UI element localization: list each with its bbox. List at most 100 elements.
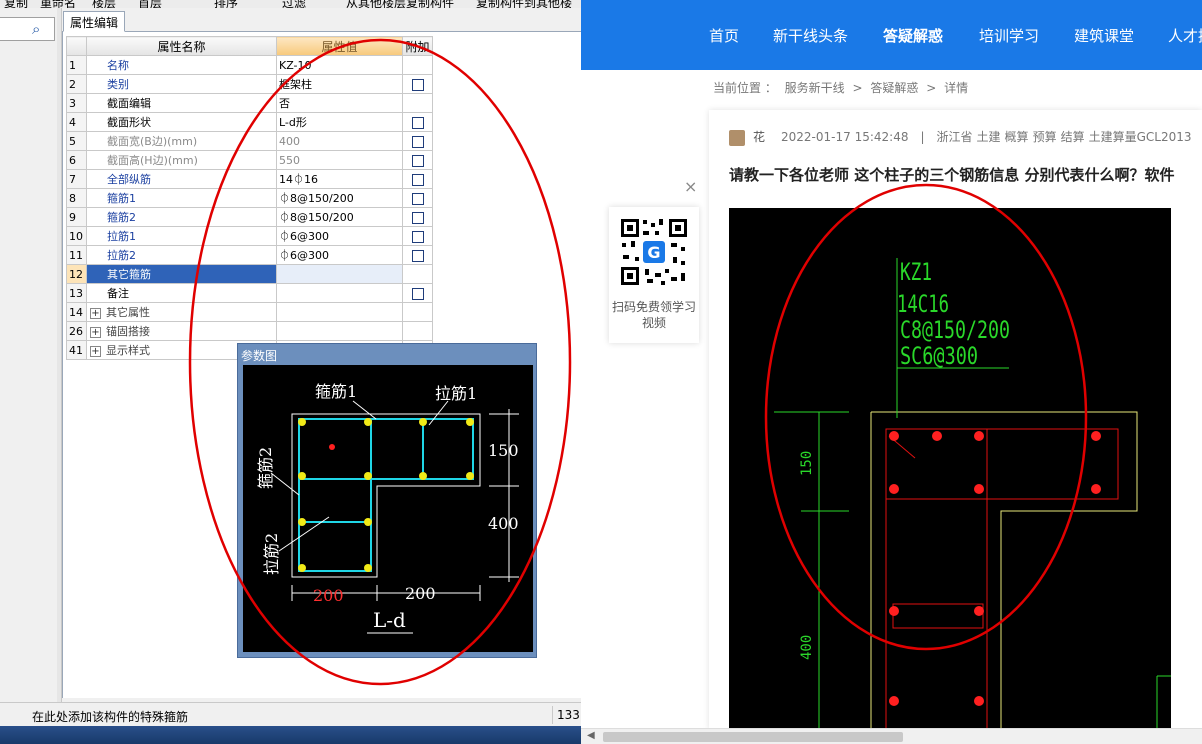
nav-training[interactable]: 培训学习 — [979, 25, 1039, 46]
expand-icon[interactable]: + — [90, 308, 101, 319]
property-value[interactable] — [276, 283, 403, 303]
property-value[interactable] — [276, 264, 403, 284]
property-value[interactable]: 框架柱 — [276, 74, 403, 94]
expand-icon[interactable]: + — [90, 327, 101, 338]
extra-cell — [402, 131, 433, 151]
horizontal-scrollbar[interactable]: ◀ — [581, 728, 1202, 744]
post-tag[interactable]: 土建算量GCL2013 — [1089, 130, 1192, 144]
checkbox[interactable] — [411, 192, 424, 205]
close-icon[interactable]: × — [684, 177, 697, 196]
post-time: 2022-01-17 15:42:48 — [781, 130, 909, 144]
label-stirrup1: 箍筋1 — [315, 382, 357, 401]
expand-icon[interactable]: + — [90, 346, 101, 357]
checkbox[interactable] — [411, 78, 424, 91]
cad-rebar-dot — [889, 431, 899, 441]
property-value[interactable]: 400 — [276, 131, 403, 151]
table-row[interactable]: 10 拉筋1 ⏀6@300 — [66, 226, 433, 246]
toolbar-filter[interactable]: 过滤 — [282, 0, 306, 8]
label-dim400: 400 — [488, 514, 519, 533]
property-value[interactable] — [276, 321, 403, 341]
cad-tie-box — [892, 603, 984, 629]
post-tag[interactable]: 预算 — [1033, 130, 1057, 144]
row-number: 14 — [66, 302, 87, 322]
checkbox[interactable] — [411, 154, 424, 167]
extra-cell — [402, 169, 433, 189]
table-row[interactable]: 5 截面宽(B边)(mm) 400 — [66, 131, 433, 151]
post-tag[interactable]: 概算 — [1005, 130, 1029, 144]
table-row[interactable]: 2 类别 框架柱 — [66, 74, 433, 94]
scroll-left-icon[interactable]: ◀ — [587, 730, 595, 741]
property-value[interactable]: ⏀6@300 — [276, 245, 403, 265]
nav-classroom[interactable]: 建筑课堂 — [1074, 25, 1134, 46]
breadcrumb-qa[interactable]: 答疑解惑 — [870, 81, 918, 95]
nav-qa[interactable]: 答疑解惑 — [883, 25, 943, 46]
qr-widget[interactable]: G 扫码免费领学习视频 — [609, 207, 699, 343]
property-value[interactable]: 14⏀16 — [276, 169, 403, 189]
rebar-dot — [419, 418, 427, 426]
search-input[interactable]: ⌕ — [0, 17, 55, 41]
checkbox[interactable] — [411, 173, 424, 186]
table-row[interactable]: 26 + 锚固搭接 — [66, 321, 433, 341]
property-value[interactable]: 否 — [276, 93, 403, 113]
row-number: 26 — [66, 321, 87, 341]
property-name: 备注 — [86, 283, 277, 303]
toolbar-copy-to-floor[interactable]: 复制构件到其他楼 — [476, 0, 572, 8]
checkbox[interactable] — [411, 287, 424, 300]
post-tag[interactable]: 土建 — [977, 130, 1001, 144]
breadcrumb-service[interactable]: 服务新干线 — [785, 81, 845, 95]
tab-property-edit[interactable]: 属性编辑 — [63, 11, 126, 32]
nav-talent[interactable]: 人才招 — [1168, 25, 1202, 46]
rebar-dot — [466, 472, 474, 480]
row-number: 6 — [66, 150, 87, 170]
param-diagram-dialog[interactable]: 参数图 箍筋1 拉筋1 箍筋2 拉筋2 150 400 200 200 L-d — [237, 343, 537, 658]
table-row[interactable]: 9 箍筋2 ⏀8@150/200 — [66, 207, 433, 227]
checkbox[interactable] — [411, 116, 424, 129]
nav-headlines[interactable]: 新干线头条 — [773, 25, 848, 46]
extra-cell — [402, 245, 433, 265]
checkbox[interactable] — [411, 249, 424, 262]
table-row[interactable]: 14 + 其它属性 — [66, 302, 433, 322]
property-value[interactable]: KZ-10 — [276, 55, 403, 75]
toolbar-copy[interactable]: 复制 — [4, 0, 28, 8]
toolbar-rename[interactable]: 重命名 — [40, 0, 76, 8]
property-value[interactable]: ⏀6@300 — [276, 226, 403, 246]
property-value[interactable] — [276, 302, 403, 322]
table-row[interactable]: 6 截面高(H边)(mm) 550 — [66, 150, 433, 170]
avatar[interactable] — [729, 129, 745, 146]
post-tag[interactable]: 结算 — [1061, 130, 1085, 144]
scrollbar-thumb[interactable] — [603, 732, 903, 742]
checkbox[interactable] — [411, 135, 424, 148]
nav-home[interactable]: 首页 — [709, 25, 739, 46]
post-user[interactable]: 花 — [753, 130, 765, 144]
checkbox[interactable] — [411, 211, 424, 224]
property-value[interactable]: ⏀8@150/200 — [276, 207, 403, 227]
table-row[interactable]: 13 备注 — [66, 283, 433, 303]
label-tie1: 拉筋1 — [435, 384, 477, 403]
property-value[interactable]: ⏀8@150/200 — [276, 188, 403, 208]
property-label: 截面编辑 — [107, 97, 151, 110]
table-row[interactable]: 1 名称 KZ-10 — [66, 55, 433, 75]
toolbar-floor[interactable]: 楼层 — [92, 0, 116, 8]
table-row[interactable]: 7 全部纵筋 14⏀16 — [66, 169, 433, 189]
checkbox[interactable] — [411, 230, 424, 243]
property-name: 全部纵筋 — [86, 169, 277, 189]
property-value[interactable]: L-d形 — [276, 112, 403, 132]
table-row[interactable]: 8 箍筋1 ⏀8@150/200 — [66, 188, 433, 208]
toolbar-copy-from-floor[interactable]: 从其他楼层复制构件 — [346, 0, 454, 8]
table-row[interactable]: 4 截面形状 L-d形 — [66, 112, 433, 132]
table-row[interactable]: 11 拉筋2 ⏀6@300 — [66, 245, 433, 265]
taskbar — [0, 726, 581, 744]
property-value[interactable]: 550 — [276, 150, 403, 170]
row-number: 3 — [66, 93, 87, 113]
leader-tie1 — [428, 400, 449, 426]
leader-stirrup2 — [270, 472, 300, 496]
table-row[interactable]: 12 其它箍筋 — [66, 264, 433, 284]
question-card: 花 2022-01-17 15:42:48 | 浙江省 土建 概算 预算 结算 土建算量GCL2… — [709, 110, 1202, 744]
label-shape: L-d — [373, 608, 406, 632]
search-icon[interactable]: ⌕ — [32, 20, 40, 38]
extra-cell — [402, 74, 433, 94]
toolbar-sort[interactable]: 排序 — [214, 0, 238, 8]
property-label: 备注 — [107, 287, 129, 300]
table-row[interactable]: 3 截面编辑 否 — [66, 93, 433, 113]
toolbar-floor-select[interactable]: 首层 — [138, 0, 162, 8]
